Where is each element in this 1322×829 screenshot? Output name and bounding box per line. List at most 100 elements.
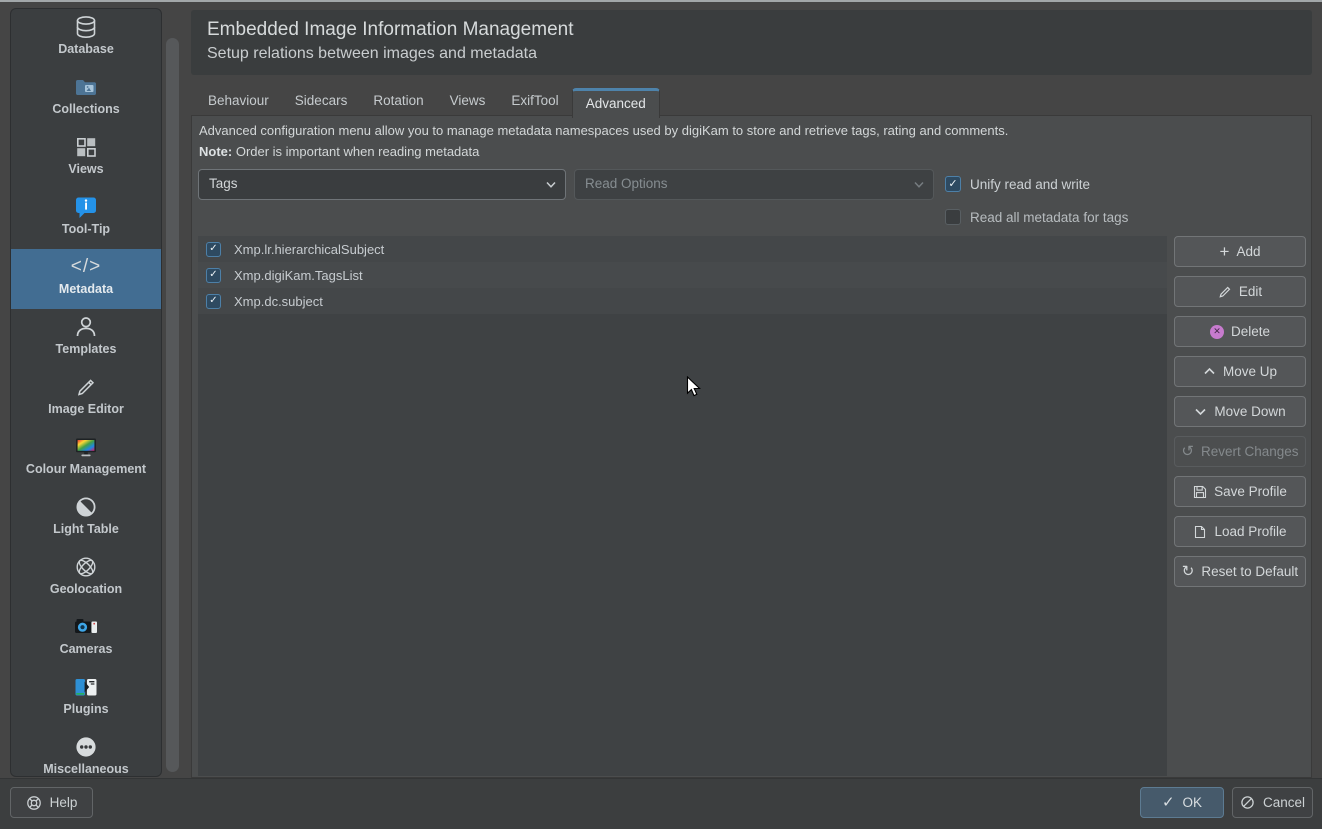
metadata-icon: </> xyxy=(72,253,100,281)
delete-button[interactable]: Delete xyxy=(1174,316,1306,347)
tab-views[interactable]: Views xyxy=(437,88,499,115)
namespace-label: Xmp.dc.subject xyxy=(234,294,323,309)
reset-to-default-button[interactable]: ↻Reset to Default xyxy=(1174,556,1306,587)
dialog-button-bar: Help ✓ OK Cancel xyxy=(0,778,1322,829)
unify-read-write-checkbox[interactable]: Unify read and write xyxy=(945,176,1090,192)
namespace-row[interactable]: Xmp.lr.hierarchicalSubject xyxy=(198,236,1167,262)
sidebar-item-views[interactable]: Views xyxy=(11,129,161,189)
checkbox-checked-icon[interactable] xyxy=(945,176,961,192)
save-icon xyxy=(1193,485,1207,499)
sidebar-item-label: Light Table xyxy=(53,522,119,536)
edit-icon xyxy=(1218,285,1232,299)
move-down-icon xyxy=(1194,407,1207,416)
help-button[interactable]: Help xyxy=(10,787,93,818)
move-up-button[interactable]: Move Up xyxy=(1174,356,1306,387)
miscellaneous-icon xyxy=(72,733,100,761)
tab-advanced[interactable]: Advanced xyxy=(572,88,660,118)
sidebar-item-colour-management[interactable]: Colour Management xyxy=(11,429,161,489)
tab-rotation[interactable]: Rotation xyxy=(360,88,436,115)
sidebar-item-label: Geolocation xyxy=(50,582,122,596)
light-table-icon xyxy=(72,493,100,521)
namespace-type-value: Tags xyxy=(209,176,238,191)
read-options-select: Read Options xyxy=(574,169,934,200)
namespace-list[interactable]: Xmp.lr.hierarchicalSubject Xmp.digiKam.Ta… xyxy=(198,236,1167,776)
chevron-down-icon xyxy=(545,181,557,189)
action-button-label: Load Profile xyxy=(1214,524,1286,539)
load-icon xyxy=(1193,525,1207,539)
action-button-label: Save Profile xyxy=(1214,484,1287,499)
geolocation-icon xyxy=(72,553,100,581)
cameras-icon xyxy=(72,613,100,641)
ok-button-label: OK xyxy=(1183,795,1203,810)
load-profile-button[interactable]: Load Profile xyxy=(1174,516,1306,547)
sidebar-item-label: Views xyxy=(68,162,103,176)
database-icon xyxy=(72,13,100,41)
sidebar-item-label: Image Editor xyxy=(48,402,124,416)
checkbox-unchecked-icon[interactable] xyxy=(945,209,961,225)
cancel-button[interactable]: Cancel xyxy=(1232,787,1313,818)
sidebar-item-label: Database xyxy=(58,42,114,56)
checkmark-icon: ✓ xyxy=(1162,795,1175,810)
tab-bar: BehaviourSidecarsRotationViewsExifToolAd… xyxy=(191,88,1312,115)
sidebar-item-cameras[interactable]: Cameras xyxy=(11,609,161,669)
chevron-down-icon xyxy=(913,181,925,189)
image-editor-icon xyxy=(72,373,100,401)
sidebar-item-templates[interactable]: Templates xyxy=(11,309,161,369)
sidebar-item-plugins[interactable]: Plugins xyxy=(11,669,161,729)
namespace-row[interactable]: Xmp.digiKam.TagsList xyxy=(198,262,1167,288)
sidebar-item-light-table[interactable]: Light Table xyxy=(11,489,161,549)
sidebar-item-label: Colour Management xyxy=(26,462,146,476)
sidebar-item-tool-tip[interactable]: Tool-Tip xyxy=(11,189,161,249)
checkbox-checked-icon[interactable] xyxy=(206,242,221,257)
tab-behaviour[interactable]: Behaviour xyxy=(195,88,282,115)
move-down-button[interactable]: Move Down xyxy=(1174,396,1306,427)
action-button-label: Move Down xyxy=(1214,404,1285,419)
window-top-border xyxy=(0,0,1322,2)
sidebar-item-label: Metadata xyxy=(59,282,113,296)
sidebar-item-database[interactable]: Database xyxy=(11,9,161,69)
edit-button[interactable]: Edit xyxy=(1174,276,1306,307)
sidebar-item-geolocation[interactable]: Geolocation xyxy=(11,549,161,609)
sidebar-item-metadata[interactable]: </>Metadata xyxy=(11,249,161,309)
views-icon xyxy=(72,133,100,161)
checkbox-checked-icon[interactable] xyxy=(206,268,221,283)
read-all-metadata-checkbox[interactable]: Read all metadata for tags xyxy=(945,209,1128,225)
sidebar-scrollbar[interactable] xyxy=(166,38,179,772)
settings-category-sidebar: DatabaseCollectionsViewsTool-Tip</>Metad… xyxy=(10,8,162,777)
action-button-label: Edit xyxy=(1239,284,1262,299)
tab-exiftool[interactable]: ExifTool xyxy=(498,88,571,115)
note-text: Order is important when reading metadata xyxy=(232,144,479,159)
action-button-label: Revert Changes xyxy=(1201,444,1299,459)
collections-icon xyxy=(72,73,100,101)
revert-changes-button: ↺ Revert Changes xyxy=(1174,436,1306,467)
read-options-value: Read Options xyxy=(585,176,668,191)
tab-sidecars[interactable]: Sidecars xyxy=(282,88,361,115)
unify-read-write-label: Unify read and write xyxy=(970,177,1090,192)
namespace-row[interactable]: Xmp.dc.subject xyxy=(198,288,1167,314)
sidebar-item-label: Collections xyxy=(52,102,119,116)
move-up-icon xyxy=(1203,367,1216,376)
save-profile-button[interactable]: Save Profile xyxy=(1174,476,1306,507)
sidebar-item-label: Plugins xyxy=(63,702,108,716)
checkbox-checked-icon[interactable] xyxy=(206,294,221,309)
panel-description: Advanced configuration menu allow you to… xyxy=(199,123,1008,160)
action-button-label: Delete xyxy=(1231,324,1270,339)
cancel-icon xyxy=(1240,795,1255,810)
digikam-settings-window: DatabaseCollectionsViewsTool-Tip</>Metad… xyxy=(0,0,1322,829)
sidebar-item-miscellaneous[interactable]: Miscellaneous xyxy=(11,729,161,777)
sidebar-item-collections[interactable]: Collections xyxy=(11,69,161,129)
advanced-tab-panel: Advanced configuration menu allow you to… xyxy=(191,115,1312,778)
sidebar-item-label: Templates xyxy=(56,342,117,356)
ok-button[interactable]: ✓ OK xyxy=(1140,787,1224,818)
add-button[interactable]: +Add xyxy=(1174,236,1306,267)
namespace-label: Xmp.lr.hierarchicalSubject xyxy=(234,242,384,257)
tooltip-icon xyxy=(72,193,100,221)
page-header: Embedded Image Information Management Se… xyxy=(191,10,1312,75)
namespace-label: Xmp.digiKam.TagsList xyxy=(234,268,363,283)
sidebar-item-image-editor[interactable]: Image Editor xyxy=(11,369,161,429)
action-button-label: Move Up xyxy=(1223,364,1277,379)
page-subtitle: Setup relations between images and metad… xyxy=(207,45,1296,63)
revert-icon: ↺ xyxy=(1181,444,1194,459)
action-button-label: Reset to Default xyxy=(1201,564,1298,579)
namespace-type-select[interactable]: Tags xyxy=(198,169,566,200)
